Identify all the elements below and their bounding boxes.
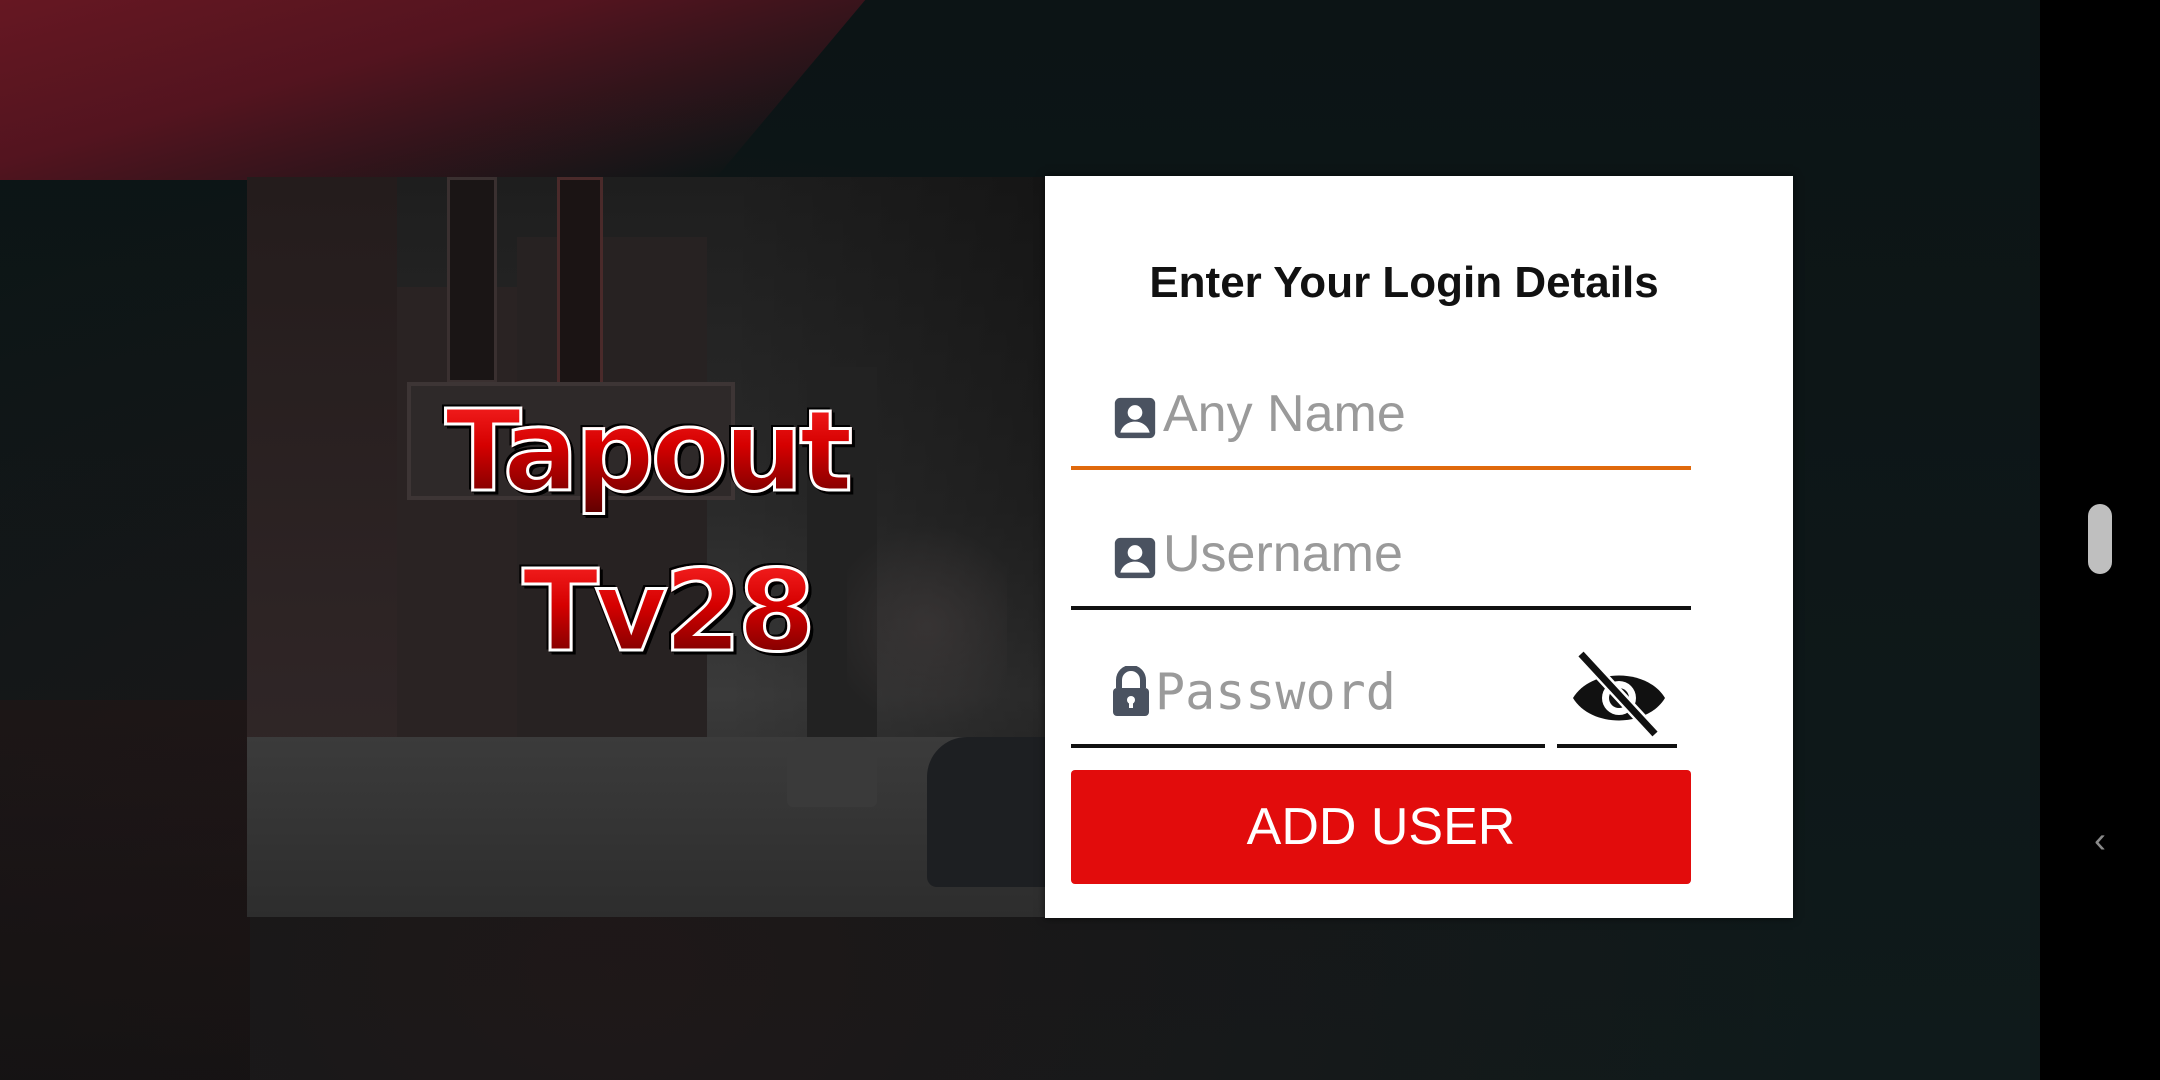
add-user-button[interactable]: ADD USER: [1071, 770, 1691, 884]
username-field: [1071, 506, 1691, 610]
any-name-field: [1071, 366, 1691, 470]
login-title: Enter Your Login Details: [1149, 258, 1659, 307]
brand-photo-panel: Tapout Tv28: [247, 177, 1047, 917]
person-icon: [1114, 397, 1156, 439]
password-visibility-toggle[interactable]: [1557, 644, 1677, 748]
brand-logo-line2: Tv28: [267, 546, 1047, 679]
scrollbar-handle[interactable]: [2088, 504, 2112, 574]
background-car: [927, 737, 1047, 887]
brand-logo-line1: Tapout: [247, 386, 1047, 519]
background-shade: [0, 700, 250, 1080]
chevron-left-icon[interactable]: ‹: [2086, 820, 2114, 860]
password-field: [1071, 644, 1545, 748]
person-icon: [1114, 537, 1156, 579]
any-name-input[interactable]: [1163, 382, 1663, 446]
background-car: [787, 737, 877, 807]
username-input[interactable]: [1163, 522, 1663, 586]
background-awning: [0, 0, 966, 180]
login-card: Enter Your Login Details Any Name Userna…: [1045, 176, 1793, 918]
background-sign: [557, 177, 603, 393]
app-background: Tapout Tv28 Enter Your Login Details Any…: [0, 0, 2040, 1080]
background-sign: [447, 177, 497, 383]
eye-off-icon[interactable]: [1569, 650, 1669, 740]
lock-icon: [1113, 666, 1149, 716]
password-input[interactable]: [1155, 660, 1535, 724]
